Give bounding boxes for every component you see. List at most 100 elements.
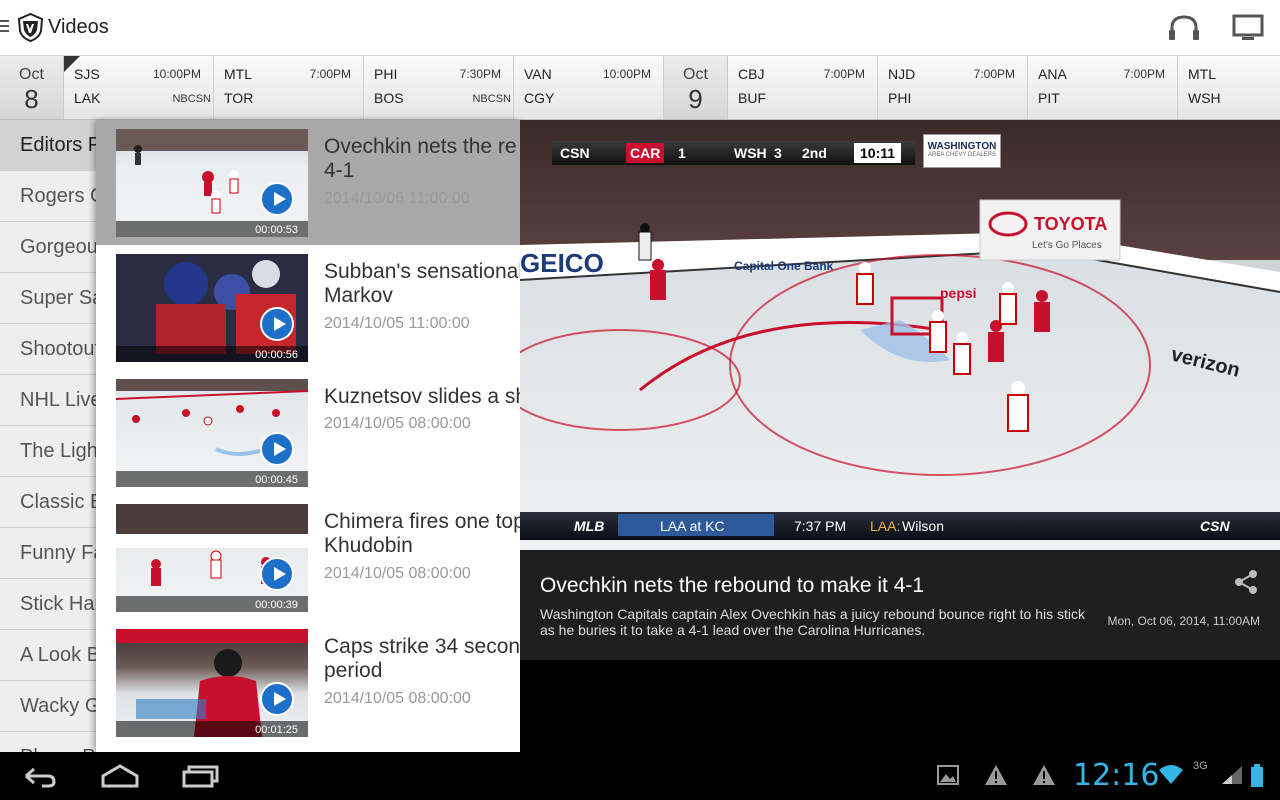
game-time: 7:00PM: [973, 67, 1015, 81]
home-team: BUF: [738, 90, 766, 106]
game-cell[interactable]: PHI BOS 7:30PM NBCSN: [364, 56, 514, 119]
game-schedule-strip[interactable]: Oct 8 SJS LAK 10:00PM NBCSN MTL TOR 7:00…: [0, 56, 1280, 120]
board-ad: GEICO: [520, 248, 604, 278]
system-nav-bar: 12:16 3G: [0, 752, 1280, 800]
video-date: 2014/10/05 08:00:00: [324, 415, 471, 432]
board-ad: Capital One Bank: [734, 259, 834, 273]
cast-screen-icon[interactable]: [1230, 12, 1266, 44]
game-time: 7:00PM: [309, 67, 351, 81]
game-time: 10:00PM: [602, 67, 651, 81]
home-team: BOS: [374, 90, 404, 106]
video-list-item[interactable]: 00:00:53 Ovechkin nets the re 4-1 2014/10…: [96, 120, 520, 245]
video-info-panel: Ovechkin nets the rebound to make it 4-1…: [520, 550, 1280, 660]
category-item[interactable]: Gorgeous: [0, 222, 100, 273]
video-duration: 00:00:56: [255, 349, 298, 361]
game-cell[interactable]: MTL TOR 7:00PM: [214, 56, 364, 119]
home-team: PHI: [888, 90, 912, 106]
schedule-date: Oct 9: [664, 56, 728, 119]
video-duration: 00:01:25: [255, 724, 298, 736]
video-thumbnail[interactable]: 00:00:56: [116, 254, 308, 362]
warning-icon[interactable]: [984, 764, 1008, 786]
category-item[interactable]: Funny Fa: [0, 528, 100, 579]
selected-game-flag: [64, 56, 80, 72]
category-item[interactable]: Super Sa: [0, 273, 100, 324]
wifi-icon: [1159, 765, 1183, 784]
app-root: Videos Oct 8 SJS LAK 10:00PM NBCSN MTL T…: [0, 0, 1280, 800]
category-item[interactable]: The Light: [0, 426, 100, 477]
video-date: 2014/10/05 08:00:00: [324, 690, 471, 707]
game-cell[interactable]: SJS LAK 10:00PM NBCSN: [64, 56, 214, 119]
game-cell[interactable]: VAN CGY 10:00PM: [514, 56, 664, 119]
drawer-menu-icon[interactable]: [0, 20, 9, 36]
signal-icon: [1222, 766, 1242, 784]
video-frame-image: GEICO Capital One Bank pepsi verizon TOY…: [520, 120, 1280, 550]
video-datetime: Mon, Oct 06, 2014, 11:00AM: [1107, 614, 1260, 628]
warning-icon[interactable]: [1032, 764, 1056, 786]
share-icon[interactable]: [1232, 568, 1260, 596]
category-list: Editors P Rogers G Gorgeous Super Sa Sho…: [0, 120, 100, 752]
video-title: Subban's sensational Markov: [324, 260, 520, 307]
video-list-item[interactable]: 00:00:39 Chimera fires one top Khudobin 2…: [96, 495, 520, 620]
page-title: Videos: [48, 16, 109, 38]
play-icon[interactable]: [260, 182, 294, 216]
recent-apps-icon[interactable]: [180, 762, 220, 790]
home-team: CGY: [524, 90, 555, 106]
category-item[interactable]: A Look Ba: [0, 630, 100, 681]
game-time: 7:30PM: [459, 67, 501, 81]
away-team: MTL: [1188, 66, 1216, 82]
network-type: 3G: [1193, 760, 1208, 772]
schedule-date: Oct 8: [0, 56, 64, 119]
board-ad: Let's Go Places: [1032, 240, 1102, 251]
away-team: MTL: [224, 66, 252, 82]
away-team: VAN: [524, 66, 552, 82]
video-date: 2014/10/06 11:00:00: [324, 190, 470, 207]
game-cell[interactable]: MTL WSH 7: [1178, 56, 1280, 119]
back-icon[interactable]: [20, 762, 60, 790]
category-item[interactable]: Classic B: [0, 477, 100, 528]
category-item[interactable]: Player P: [0, 732, 100, 752]
video-list-item[interactable]: 00:00:56 Subban's sensational Markov 2014…: [96, 245, 520, 370]
away-team: NJD: [888, 66, 916, 82]
video-player[interactable]: GEICO Capital One Bank pepsi verizon TOY…: [520, 120, 1280, 550]
home-team: TOR: [224, 90, 254, 106]
video-title: Kuznetsov slides a sh: [324, 385, 520, 408]
category-item[interactable]: Stick Har: [0, 579, 100, 630]
nhl-logo-icon[interactable]: [17, 13, 44, 42]
category-item[interactable]: Shootout: [0, 324, 100, 375]
video-title: Ovechkin nets the re 4-1: [324, 135, 517, 182]
category-item[interactable]: NHL Live: [0, 375, 100, 426]
game-time: 10:00PM: [152, 67, 201, 81]
home-team: PIT: [1038, 90, 1060, 106]
video-thumbnail[interactable]: 00:00:39: [116, 504, 308, 612]
game-cell[interactable]: NJD PHI 7:00PM: [878, 56, 1028, 119]
away-team: CBJ: [738, 66, 765, 82]
category-item[interactable]: Wacky Go: [0, 681, 100, 732]
score-ticker: MLB LAA at KC 7:37 PM LAA: Wilson CSN: [520, 512, 1280, 540]
headphones-icon[interactable]: [1166, 12, 1202, 44]
play-icon[interactable]: [260, 307, 294, 341]
video-title: Caps strike 34 secon period: [324, 635, 520, 682]
video-duration: 00:00:39: [255, 599, 298, 611]
home-team: WSH: [1188, 90, 1221, 106]
video-thumbnail[interactable]: 00:00:53: [116, 129, 308, 237]
video-list-item[interactable]: 00:01:25 Caps strike 34 secon period 2014…: [96, 620, 520, 745]
play-icon[interactable]: [260, 432, 294, 466]
home-icon[interactable]: [100, 762, 140, 790]
away-team: ANA: [1038, 66, 1067, 82]
game-cell[interactable]: CBJ BUF 7:00PM: [728, 56, 878, 119]
video-description: Washington Capitals captain Alex Ovechki…: [540, 606, 1086, 638]
play-icon[interactable]: [260, 682, 294, 716]
play-icon[interactable]: [260, 557, 294, 591]
video-thumbnail[interactable]: 00:00:45: [116, 379, 308, 487]
image-notification-icon[interactable]: [937, 764, 959, 786]
category-item[interactable]: Rogers G: [0, 171, 100, 222]
video-date: 2014/10/05 08:00:00: [324, 565, 471, 582]
video-list-item[interactable]: 00:00:45 Kuznetsov slides a sh 2014/10/0…: [96, 370, 520, 495]
action-bar: Videos: [0, 0, 1280, 56]
status-clock: 12:16: [1073, 758, 1160, 793]
category-item[interactable]: Editors P: [0, 120, 100, 171]
board-ad: TOYOTA: [1034, 214, 1107, 234]
game-network: NBCSN: [472, 93, 511, 105]
game-cell[interactable]: ANA PIT 7:00PM: [1028, 56, 1178, 119]
video-thumbnail[interactable]: 00:01:25: [116, 629, 308, 737]
